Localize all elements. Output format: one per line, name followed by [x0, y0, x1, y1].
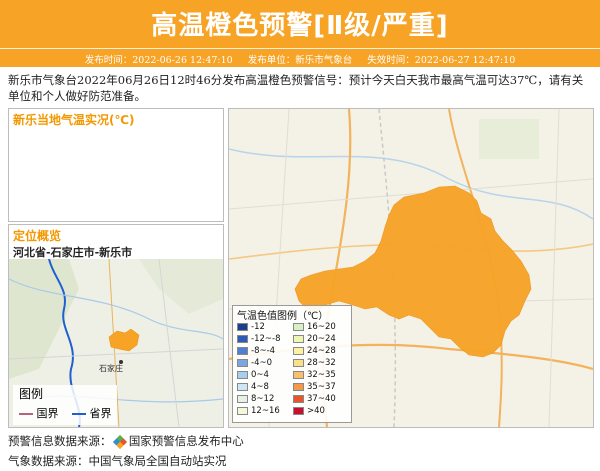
legend-item: 4~8	[237, 382, 269, 392]
location-panel-title: 定位概览	[13, 229, 62, 243]
weather-source-name: 中国气象局全国自动站实况	[88, 454, 227, 468]
temperature-legend-title: 气温色值图例（℃）	[237, 311, 329, 322]
page-title: 高温橙色预警[Ⅱ级/严重]	[151, 11, 449, 41]
legend-item: -8~-4	[237, 346, 275, 356]
main-map-panel: 气温色值图例（℃） -12 -12~-8 -8~-4 -4~0 0~4 4~8 …	[228, 108, 594, 428]
warning-source-name: 国家预警信息发布中心	[128, 434, 244, 448]
overview-legend: 图例 国界 省界	[13, 385, 117, 425]
overview-legend-items: 国界 省界	[19, 405, 119, 421]
province-border-swatch	[72, 413, 86, 415]
overview-legend-title: 图例	[19, 387, 44, 401]
city-label: 石家庄	[99, 363, 123, 373]
weather-source-line: 气象数据来源：中国气象局全国自动站实况	[8, 453, 227, 469]
legend-item: -4~0	[237, 358, 272, 368]
legend-item: 28~32	[293, 358, 336, 368]
legend-item: 16~20	[293, 322, 336, 332]
legend-item: -12~-8	[237, 334, 280, 344]
warning-source-logo-icon	[113, 434, 128, 449]
legend-item: 37~40	[293, 394, 336, 404]
legend-item: -12	[237, 322, 265, 332]
legend-item: 35~37	[293, 382, 336, 392]
temperature-color-legend: 气温色值图例（℃） -12 -12~-8 -8~-4 -4~0 0~4 4~8 …	[232, 305, 352, 423]
location-region: 河北省-石家庄市-新乐市	[13, 246, 133, 259]
warning-header: 高温橙色预警[Ⅱ级/严重] 发布时间：2022-06-26 12:47:10 发…	[0, 0, 600, 67]
warning-source-line: 预警信息数据来源： 国家预警信息发布中心	[8, 433, 244, 449]
warning-description: 新乐市气象台2022年06月26日12时46分发布高温橙色预警信号：预计今天白天…	[8, 73, 584, 103]
temperature-panel-title: 新乐当地气温实况(℃)	[13, 113, 135, 127]
location-panel: 定位概览 河北省-石家庄市-新乐市 石家庄 图例 国界 省界	[8, 224, 224, 428]
national-border-swatch	[19, 413, 33, 415]
legend-item: 8~12	[237, 394, 274, 404]
legend-item: >40	[293, 406, 325, 416]
warning-source-label: 预警信息数据来源：	[8, 434, 112, 448]
expire-time: 失效时间：2022-06-27 12:47:10	[367, 55, 516, 66]
temperature-panel: 新乐当地气温实况(℃)	[8, 108, 224, 222]
legend-item: 20~24	[293, 334, 336, 344]
publisher: 发布单位：新乐市气象台	[247, 55, 353, 66]
legend-item: 0~4	[237, 370, 269, 380]
header-divider	[0, 48, 600, 49]
weather-source-label: 气象数据来源：	[8, 454, 89, 468]
publish-time: 发布时间：2022-06-26 12:47:10	[84, 55, 233, 66]
national-border-label: 国界	[36, 407, 59, 420]
province-border-label: 省界	[89, 407, 112, 420]
legend-item: 24~28	[293, 346, 336, 356]
header-meta: 发布时间：2022-06-26 12:47:10 发布单位：新乐市气象台 失效时…	[0, 52, 600, 66]
legend-item: 32~35	[293, 370, 336, 380]
legend-item: 12~16	[237, 406, 280, 416]
